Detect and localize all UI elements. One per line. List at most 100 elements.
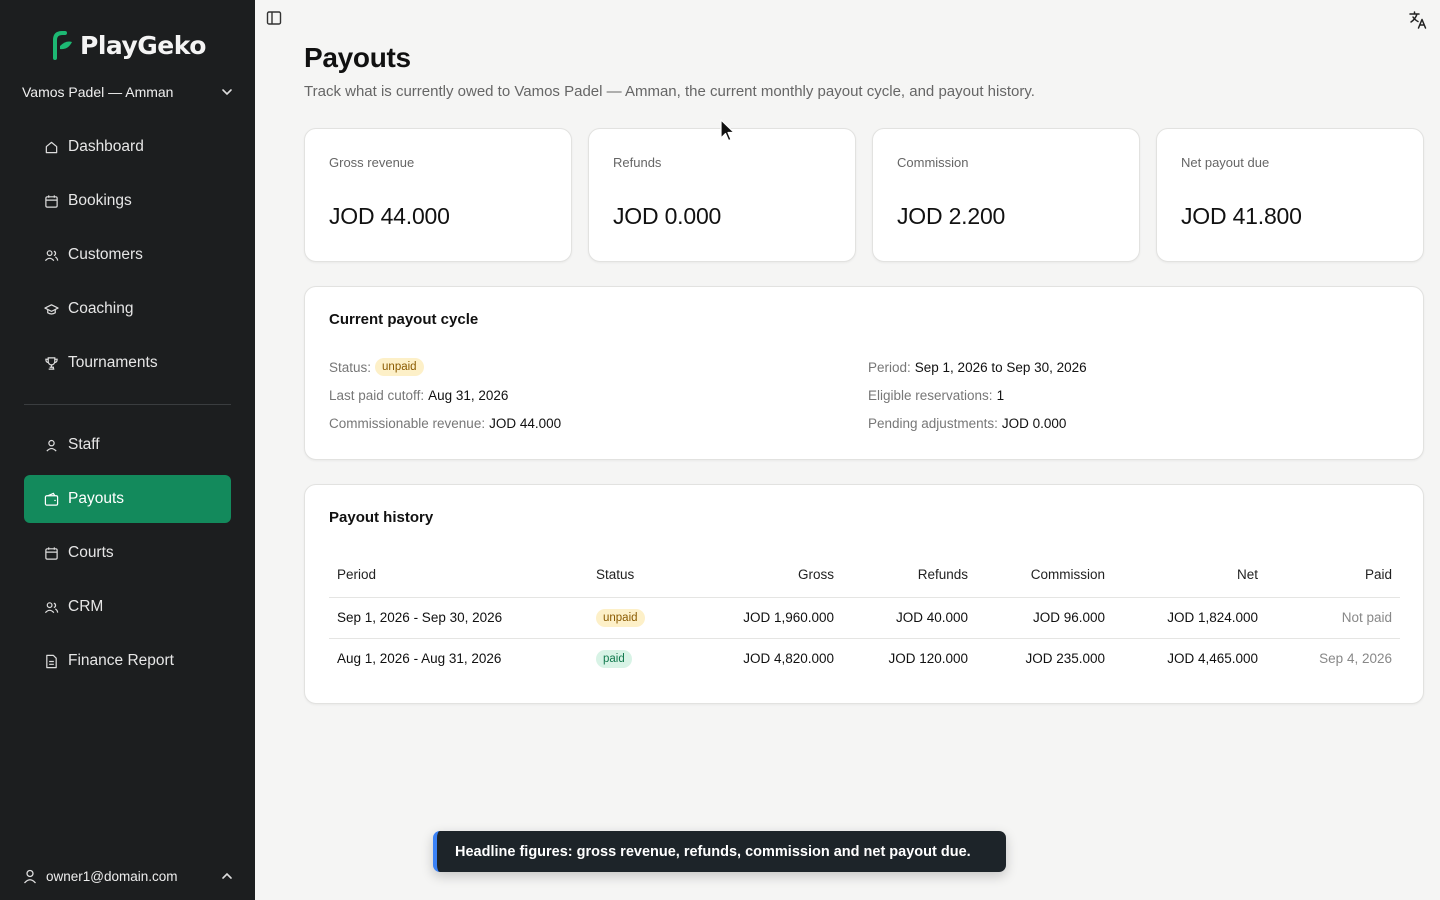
status-badge: unpaid (375, 358, 424, 376)
column-header-commission: Commission (976, 553, 1113, 598)
cell-refunds: JOD 40.000 (842, 597, 976, 639)
cell-status: paid (588, 638, 688, 679)
venue-name: Vamos Padel — Amman (22, 84, 174, 100)
nav-item-bookings[interactable]: Bookings (24, 177, 231, 225)
primary-nav: Dashboard Bookings Customers Coaching To… (24, 123, 231, 393)
cell-net: JOD 4,465.000 (1167, 651, 1258, 667)
toast-notification: Headline figures: gross revenue, refunds… (433, 831, 1006, 872)
nav-item-crm[interactable]: CRM (24, 583, 231, 631)
venue-selector[interactable]: Vamos Padel — Amman (22, 80, 234, 104)
user-menu[interactable]: owner1@domain.com (22, 864, 234, 888)
user-email: owner1@domain.com (46, 868, 178, 884)
calendar-icon (45, 546, 58, 560)
field-value: JOD 44.000 (489, 416, 562, 431)
field-label: Last paid cutoff: (329, 388, 425, 403)
cell-status: unpaid (588, 597, 688, 639)
page-title: Payouts (304, 42, 411, 73)
nav-divider (24, 404, 231, 405)
nav-item-label: Finance Report (68, 652, 174, 669)
chevron-down-icon (222, 89, 232, 96)
geko-logo-icon (53, 31, 72, 60)
graduation-cap-icon (44, 303, 59, 315)
cell-paid: Not paid (1266, 597, 1400, 639)
mouse-cursor-icon (720, 119, 735, 142)
status-badge: unpaid (596, 608, 645, 627)
table-row: Aug 1, 2026 - Aug 31, 2026 paid JOD 4,82… (329, 638, 1400, 679)
stat-value: JOD 2.200 (897, 203, 1006, 229)
nav-item-customers[interactable]: Customers (24, 231, 231, 279)
cycle-status: Status: unpaid (329, 358, 424, 376)
table-header-row: Period Status Gross Refunds Commission N… (329, 553, 1400, 598)
home-icon (45, 141, 58, 153)
nav-item-label: Bookings (68, 192, 132, 209)
nav-item-label: Courts (68, 544, 114, 561)
sidebar-toggle-icon[interactable] (266, 10, 282, 26)
user-icon (24, 869, 36, 884)
sidebar: PlayGeko Vamos Padel — Amman Dashboard B… (0, 0, 255, 900)
field-label: Commissionable revenue: (329, 416, 486, 431)
field-label: Status: (329, 359, 372, 375)
payout-history-card: Payout history Period Status Gross Refun… (304, 484, 1424, 704)
field-label: Eligible reservations: (868, 388, 993, 403)
stat-card-net-payout-due: Net payout due JOD 41.800 (1156, 128, 1424, 262)
table-row: Sep 1, 2026 - Sep 30, 2026 unpaid JOD 1,… (329, 597, 1400, 639)
field-value: Aug 31, 2026 (428, 388, 509, 403)
cell-refunds: JOD 120.000 (888, 651, 968, 667)
stat-value: JOD 44.000 (329, 203, 450, 229)
cell-paid: Sep 4, 2026 (1319, 651, 1392, 667)
current-payout-cycle-card: Current payout cycle Status: unpaid Last… (304, 286, 1424, 460)
stat-label: Net payout due (1181, 155, 1270, 170)
card-title: Payout history (329, 509, 434, 526)
cycle-pending-adjustments: Pending adjustments: JOD 0.000 (868, 416, 1066, 431)
payout-history-table: Period Status Gross Refunds Commission N… (329, 553, 1400, 679)
column-header-net: Net (1113, 553, 1266, 598)
nav-item-tournaments[interactable]: Tournaments (24, 339, 231, 387)
field-value: JOD 0.000 (1001, 416, 1067, 431)
brand-name: PlayGeko (80, 30, 206, 60)
card-title: Current payout cycle (329, 311, 479, 328)
nav-item-finance-report[interactable]: Finance Report (24, 637, 231, 685)
nav-item-coaching[interactable]: Coaching (24, 285, 231, 333)
calendar-icon (45, 194, 58, 208)
column-header-paid: Paid (1266, 553, 1400, 598)
stat-card-refunds: Refunds JOD 0.000 (588, 128, 856, 262)
chevron-up-icon (222, 872, 232, 879)
nav-item-staff[interactable]: Staff (24, 421, 231, 469)
status-badge: paid (596, 649, 632, 668)
wallet-icon (44, 492, 59, 506)
stat-value: JOD 41.800 (1181, 203, 1302, 229)
nav-item-label: Customers (68, 246, 143, 263)
stat-card-gross-revenue: Gross revenue JOD 44.000 (304, 128, 572, 262)
column-header-period: Period (329, 553, 588, 598)
cycle-commissionable-revenue: Commissionable revenue: JOD 44.000 (329, 416, 561, 431)
stat-value: JOD 0.000 (613, 203, 722, 229)
nav-item-label: Payouts (68, 490, 125, 507)
cell-commission: JOD 96.000 (976, 597, 1113, 639)
cell-gross: JOD 1,960.000 (688, 597, 842, 639)
field-value: 1 (996, 388, 1005, 403)
nav-item-courts[interactable]: Courts (24, 529, 231, 577)
cell-commission: JOD 235.000 (1025, 651, 1105, 667)
nav-item-label: Dashboard (68, 138, 144, 155)
stat-card-commission: Commission JOD 2.200 (872, 128, 1140, 262)
column-header-status: Status (588, 553, 688, 598)
toast-message: Headline figures: gross revenue, refunds… (455, 843, 971, 860)
cell-net: JOD 1,824.000 (1113, 597, 1266, 639)
nav-item-label: Staff (68, 436, 100, 453)
users-icon (44, 249, 59, 261)
translate-icon[interactable] (1408, 10, 1428, 30)
field-label: Period: (868, 360, 911, 375)
nav-item-label: Coaching (68, 300, 134, 317)
user-icon (46, 439, 57, 452)
page-subtitle: Track what is currently owed to Vamos Pa… (304, 83, 1035, 100)
users-icon (44, 601, 59, 613)
cell-period: Aug 1, 2026 - Aug 31, 2026 (337, 651, 502, 667)
brand-logo[interactable]: PlayGeko (50, 30, 206, 60)
cycle-period: Period: Sep 1, 2026 to Sep 30, 2026 (868, 360, 1087, 375)
nav-item-payouts[interactable]: Payouts (24, 475, 231, 523)
trophy-icon (45, 356, 58, 370)
nav-item-label: Tournaments (68, 354, 158, 371)
stat-label: Commission (897, 155, 969, 170)
nav-item-dashboard[interactable]: Dashboard (24, 123, 231, 171)
cycle-last-paid: Last paid cutoff: Aug 31, 2026 (329, 388, 508, 403)
